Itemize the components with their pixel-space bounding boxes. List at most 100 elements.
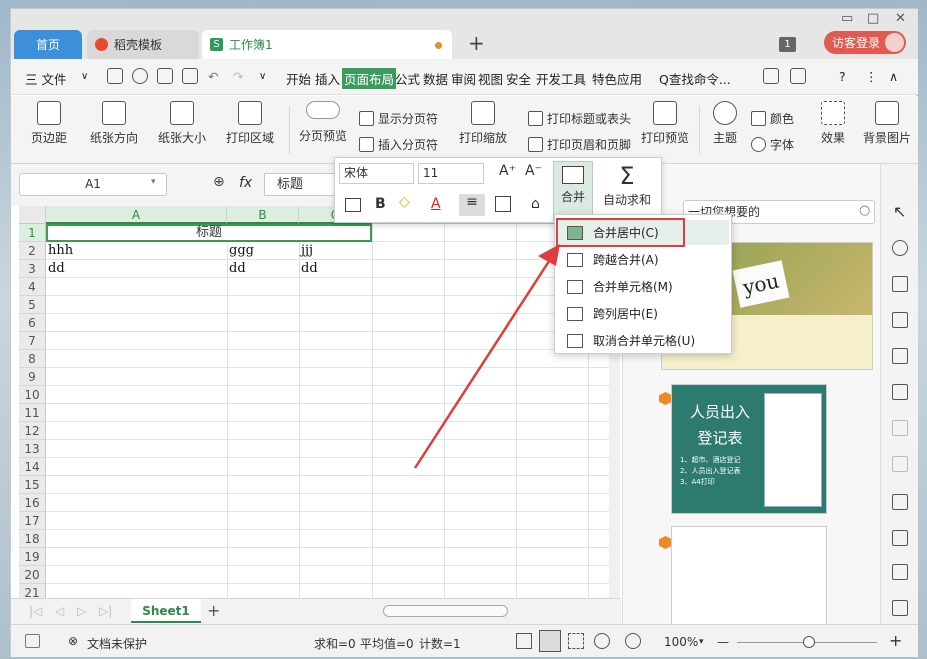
row-header[interactable]: 2 [19,242,46,260]
image-library-icon[interactable] [892,600,908,616]
column-header-b[interactable]: B [227,206,299,224]
print-icon[interactable] [157,68,173,84]
filter-icon[interactable] [892,420,908,436]
zoom-out-button[interactable]: — [717,635,729,649]
template-thumbnail-2[interactable]: 人员出入 登记表 1、超市、酒店登记 2、人员出入登记表 3、A4打印 [671,384,827,514]
font-name-select[interactable]: 宋体 [339,163,414,184]
wrap-text-icon[interactable] [345,198,361,212]
page-break-preview-button[interactable]: 分页预览 [295,101,351,144]
menu-security[interactable]: 安全 [506,69,531,88]
colors-button[interactable]: 颜色 [751,110,794,127]
close-icon[interactable]: ✕ [895,11,906,26]
name-box-dropdown-icon[interactable]: ▾ [151,177,156,187]
paper-size-button[interactable]: 纸张大小 [145,101,219,146]
apps-icon[interactable] [892,348,908,364]
effects-button[interactable]: 效果 [813,101,853,146]
row-header[interactable]: 7 [19,332,46,350]
share-panel-icon[interactable] [892,530,908,546]
row-header[interactable]: 1 [19,224,46,242]
save-icon[interactable] [107,68,123,84]
row-header[interactable]: 18 [19,530,46,548]
row-header[interactable]: 6 [19,314,46,332]
page-layout-view-icon[interactable] [539,630,561,652]
redo-icon[interactable]: ↷ [233,69,243,84]
sheet-tab-sheet1[interactable]: Sheet1 [131,599,201,623]
font-size-select[interactable]: 11 [418,163,484,184]
menu-developer[interactable]: 开发工具 [536,69,586,88]
menu-special[interactable]: 特色应用 [592,69,642,88]
page-break-view-icon[interactable] [568,633,584,649]
row-header[interactable]: 10 [19,386,46,404]
zoom-dropdown-icon[interactable]: ▾ [699,637,704,647]
print-scale-button[interactable]: 打印缩放 [451,101,515,146]
tab-home[interactable]: 首页 [14,30,82,59]
row-header[interactable]: 20 [19,566,46,584]
margins-button[interactable]: 页边距 [19,101,79,146]
row-header[interactable]: 19 [19,548,46,566]
zoom-slider-thumb[interactable] [803,636,815,648]
row-header[interactable]: 21 [19,584,46,598]
undo-icon[interactable]: ↶ [208,69,218,84]
row-header[interactable]: 3 [19,260,46,278]
reading-mode-icon[interactable] [594,633,610,649]
bold-button[interactable]: B [375,196,386,212]
row-header[interactable]: 14 [19,458,46,476]
restore-icon[interactable]: □ [867,11,879,26]
cell-b3[interactable]: dd [227,260,246,278]
cursor-icon[interactable]: ↖ [893,202,906,221]
show-page-break-checkbox[interactable]: 显示分页符 [359,110,438,127]
new-tab-button[interactable]: + [468,31,485,55]
spreadsheet-grid[interactable]: A B C 123456789101112131415161718192021 … [19,206,611,598]
search-command[interactable]: Q查找命令... [659,69,731,88]
insert-function-button[interactable]: fx [239,175,252,191]
menu-item-center-across[interactable]: 跨列居中(E) [559,301,729,326]
guest-login-button[interactable]: 访客登录 [824,31,906,54]
menu-item-merge-cells[interactable]: 合并单元格(M) [559,274,729,299]
sync-icon[interactable] [790,68,806,84]
style-icon[interactable] [892,276,908,292]
decrease-font-icon[interactable]: A⁻ [525,163,542,179]
picture-icon[interactable] [892,494,908,510]
align-center-icon[interactable]: ≡ [459,194,485,216]
clear-format-icon[interactable]: ⌂ [531,196,540,212]
sheet-nav-first-icon[interactable]: |◁ [29,604,42,618]
print-header-footer-button[interactable]: 打印页眉和页脚 [528,136,631,153]
merge-button[interactable]: 合并 [553,161,593,221]
autosum-button[interactable]: Σ 自动求和 [597,161,657,221]
print-area-button[interactable]: 打印区域 [213,101,287,146]
search-icon[interactable]: ○ [859,203,870,218]
borders-icon[interactable] [495,196,511,212]
analysis-icon[interactable] [892,456,908,472]
row-header[interactable]: 8 [19,350,46,368]
name-box[interactable]: A1 [19,173,167,196]
row-header[interactable]: 11 [19,404,46,422]
menu-insert[interactable]: 插入 [315,69,340,88]
fill-color-icon[interactable]: ◇ [399,194,410,210]
row-header[interactable]: 12 [19,422,46,440]
font-color-button[interactable]: A [431,196,441,212]
archive-icon[interactable] [892,564,908,580]
table-icon[interactable] [892,312,908,328]
orientation-button[interactable]: 纸张方向 [77,101,151,146]
menu-page-layout[interactable]: 页面布局 [342,68,397,89]
cell-a3[interactable]: dd [46,260,65,278]
menu-start[interactable]: 开始 [286,69,311,88]
protect-status[interactable]: 文档未保护 [87,635,147,652]
row-header[interactable]: 17 [19,512,46,530]
menu-view[interactable]: 视图 [478,69,503,88]
shapes-icon[interactable] [892,240,908,256]
status-layout-icon[interactable] [25,634,40,648]
add-sheet-button[interactable]: + [207,601,220,620]
sheet-nav-prev-icon[interactable]: ◁ [55,604,64,618]
print-preview-button[interactable]: 打印预览 [637,101,693,146]
increase-font-icon[interactable]: A⁺ [499,163,516,179]
help-icon[interactable]: ? [839,69,846,84]
row-header[interactable]: 13 [19,440,46,458]
row-header[interactable]: 4 [19,278,46,296]
column-header-a[interactable]: A [46,206,227,224]
collapse-ribbon-icon[interactable]: ∧ [889,69,898,84]
horizontal-scrollbar[interactable] [383,605,508,617]
zoom-search-icon[interactable]: ⊕ [213,174,225,190]
cell-c3[interactable]: dd [299,260,318,278]
chevron-down-icon[interactable]: ∨ [81,71,88,82]
